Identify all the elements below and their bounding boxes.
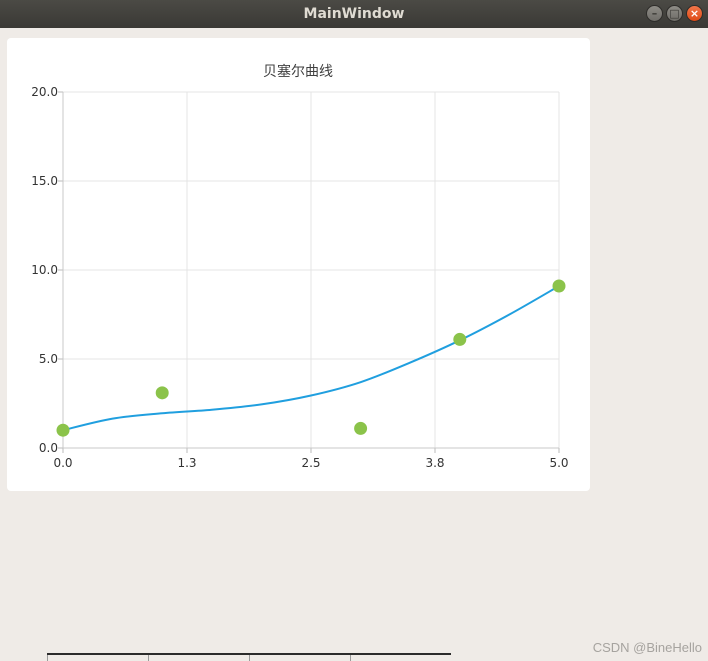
x-tick-label: 3.8 [425,456,444,470]
bottom-strip-cell [148,655,249,661]
bezier-chart: 贝塞尔曲线 0.0 1.3 2.5 3.8 5.0 0.0 5.0 10.0 15.0 20.0 [31,63,568,470]
window-title: MainWindow [303,6,405,22]
maximize-button[interactable]: □ [666,5,683,22]
chart-title: 贝塞尔曲线 [263,63,333,80]
y-tick-label: 5.0 [39,352,58,366]
x-tick-label: 0.0 [53,456,72,470]
control-point [453,332,467,346]
x-tick-label: 2.5 [301,456,320,470]
window-controls: – □ × [646,5,703,22]
control-point [552,279,566,293]
axis-ticks: 0.0 1.3 2.5 3.8 5.0 0.0 5.0 10.0 15.0 20.0 [31,85,568,470]
chart-panel: 贝塞尔曲线 0.0 1.3 2.5 3.8 5.0 0.0 5.0 10.0 15.0 20.0 [7,38,590,491]
chart-grid [58,91,560,453]
window-titlebar: MainWindow – □ × [0,0,708,28]
control-point [155,386,169,400]
y-tick-label: 10.0 [31,263,58,277]
watermark: CSDN @BineHello [592,640,702,655]
control-point [56,423,70,437]
close-button[interactable]: × [686,5,703,22]
minimize-button[interactable]: – [646,5,663,22]
y-tick-label: 0.0 [39,441,58,455]
bottom-strip-cell [350,655,451,661]
control-point [354,421,368,435]
bottom-strip [47,653,451,661]
y-tick-label: 15.0 [31,174,58,188]
bottom-strip-cell [249,655,350,661]
bottom-strip-cell [47,655,148,661]
x-tick-label: 1.3 [177,456,196,470]
y-tick-label: 20.0 [31,85,58,99]
x-tick-label: 5.0 [549,456,568,470]
